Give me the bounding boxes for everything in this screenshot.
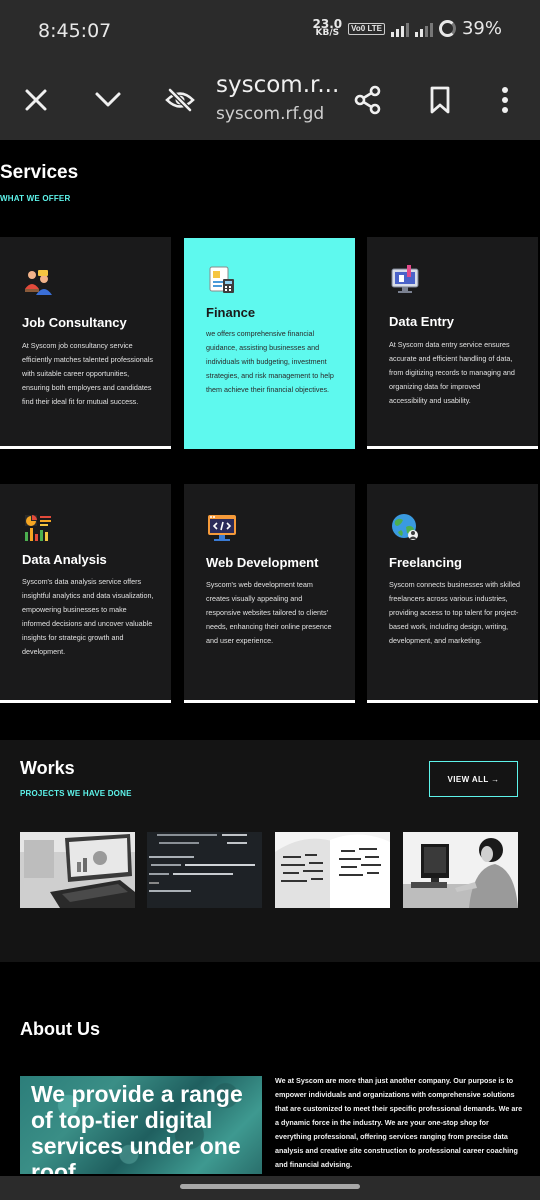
- finance-icon: [206, 264, 238, 296]
- service-card-text: At Syscom data entry service ensures acc…: [389, 340, 515, 405]
- works-title: Works: [20, 758, 75, 778]
- volte-icon: Vo0 LTE: [348, 22, 385, 35]
- freelancing-icon: [389, 511, 421, 543]
- gesture-handle[interactable]: [180, 1184, 360, 1189]
- view-all-button[interactable]: VIEW ALL →: [429, 761, 518, 797]
- data-entry-icon: [389, 263, 421, 295]
- service-card-title: Data Entry: [389, 314, 455, 329]
- services-section: Services WHAT WE OFFER Job Consultancy A…: [0, 140, 540, 740]
- status-indicators: 23.0 KB/S Vo0 LTE 39%: [313, 18, 502, 40]
- url-text[interactable]: syscom.rf.gd: [216, 104, 324, 124]
- service-card-text: we offers comprehensive financial guidan…: [206, 329, 334, 394]
- status-time: 8:45:07: [38, 20, 112, 42]
- works-subtitle: PROJECTS WE HAVE DONE: [20, 789, 132, 798]
- page-title: syscom.r...: [216, 72, 340, 98]
- network-speed-unit: KB/S: [315, 27, 340, 38]
- close-icon[interactable]: [18, 82, 54, 118]
- system-nav-bar: [0, 1176, 540, 1200]
- service-card-text: At Syscom job consultancy service effici…: [22, 341, 153, 406]
- work-thumbnail-laptop[interactable]: [20, 832, 135, 908]
- service-card-title: Web Development: [206, 555, 319, 570]
- work-thumbnail-papers[interactable]: [275, 832, 390, 908]
- signal-4g-icon: [390, 21, 409, 37]
- service-card-data-entry[interactable]: Data Entry At Syscom data entry service …: [367, 237, 538, 449]
- signal-sim2-icon: [414, 21, 433, 37]
- about-title: About Us: [20, 1019, 100, 1039]
- chevron-down-icon[interactable]: [90, 82, 126, 118]
- work-thumbnail-code[interactable]: [147, 832, 262, 908]
- about-body-text: We at Syscom are more than just another …: [275, 1076, 523, 1169]
- service-card-web-development[interactable]: Web Development Syscom's web development…: [184, 484, 355, 703]
- service-card-title: Data Analysis: [22, 552, 107, 567]
- web-development-icon: [206, 511, 238, 543]
- battery-icon: [438, 20, 456, 37]
- eye-off-icon[interactable]: [162, 82, 198, 118]
- services-subtitle: WHAT WE OFFER: [0, 194, 71, 203]
- battery-percent: 39%: [461, 18, 502, 39]
- service-card-finance[interactable]: Finance we offers comprehensive financia…: [184, 238, 355, 449]
- works-section: Works PROJECTS WE HAVE DONE VIEW ALL →: [0, 740, 540, 962]
- about-section: About Us We provide a range of top-tier …: [0, 962, 540, 1176]
- status-bar: 8:45:07 23.0 KB/S Vo0 LTE 39%: [0, 0, 540, 62]
- service-card-title: Freelancing: [389, 555, 462, 570]
- service-card-job-consultancy[interactable]: Job Consultancy At Syscom job consultanc…: [0, 237, 171, 449]
- more-menu-icon[interactable]: [487, 82, 523, 118]
- service-card-text: Syscom's web development team creates vi…: [206, 580, 332, 645]
- work-thumbnail-office[interactable]: [403, 832, 518, 908]
- service-card-text: Syscom connects businesses with skilled …: [389, 580, 521, 645]
- service-card-title: Finance: [206, 305, 256, 320]
- service-card-freelancing[interactable]: Freelancing Syscom connects businesses w…: [367, 484, 538, 703]
- service-card-title: Job Consultancy: [22, 315, 127, 330]
- about-hero-banner: We provide a range of top-tier digital s…: [20, 1076, 262, 1174]
- browser-toolbar: syscom.r... syscom.rf.gd: [0, 62, 540, 140]
- about-hero-text: We provide a range of top-tier digital s…: [31, 1081, 243, 1174]
- service-card-data-analysis[interactable]: Data Analysis Syscom's data analysis ser…: [0, 484, 171, 703]
- services-title: Services: [0, 162, 79, 183]
- bookmark-icon[interactable]: [422, 82, 458, 118]
- network-speed: 23.0 KB/S: [313, 18, 343, 38]
- consultancy-icon: [22, 267, 54, 299]
- service-card-text: Syscom's data analysis service offers in…: [22, 577, 154, 656]
- data-analysis-icon: [22, 512, 54, 544]
- share-icon[interactable]: [350, 82, 386, 118]
